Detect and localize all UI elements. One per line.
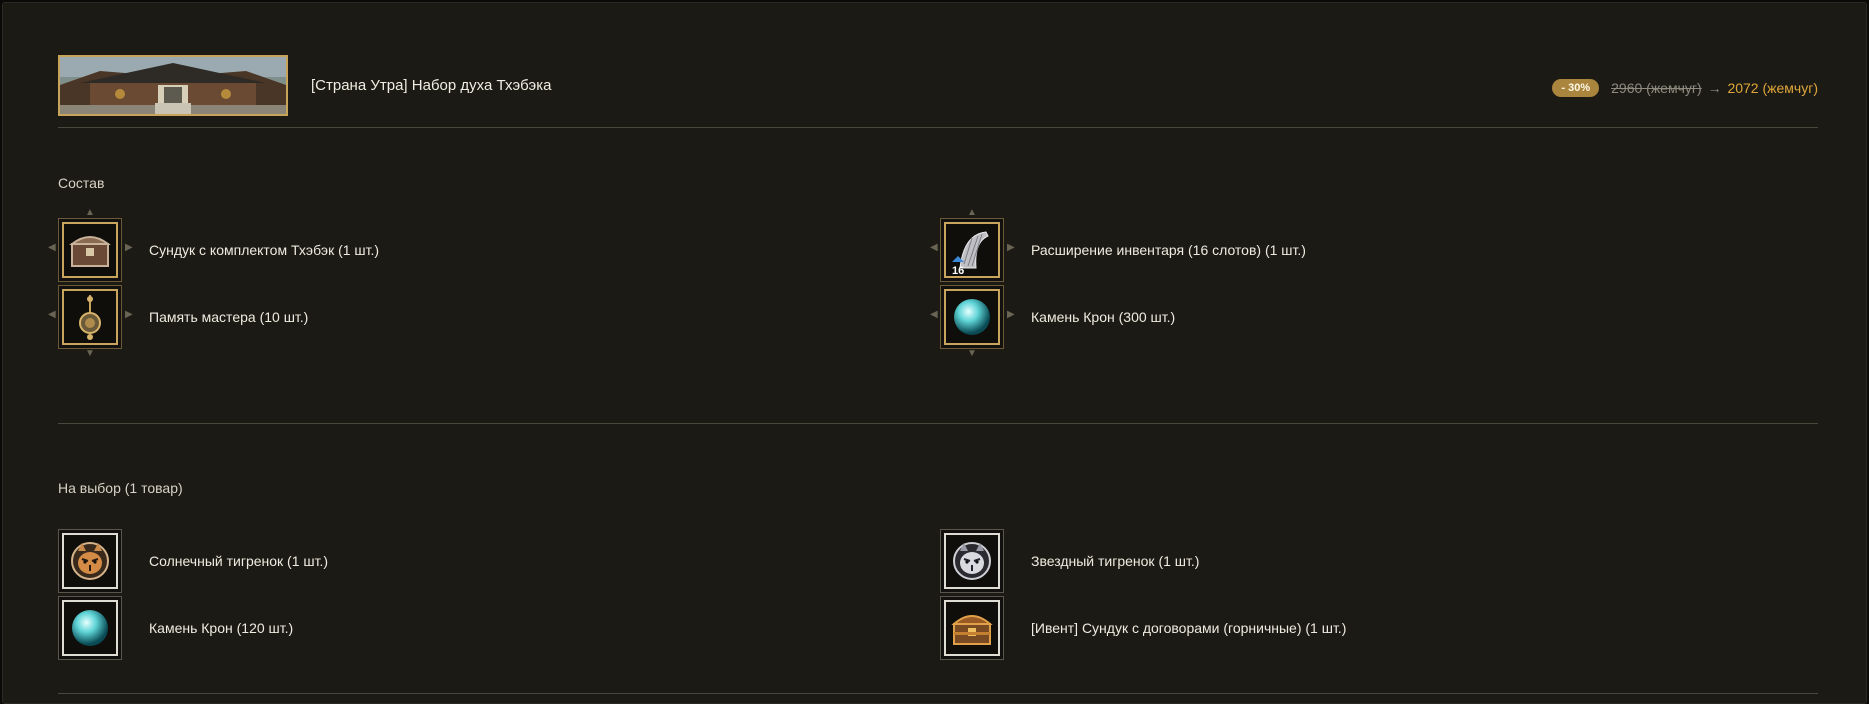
price-block: - 30% 2960 (жемчуг) → 2072 (жемчуг) [1552,79,1818,97]
price-change: 2960 (жемчуг) → 2072 (жемчуг) [1611,80,1818,96]
composition-item[interactable]: ◀ ▶ ▼ Камень Крон (300 шт.) [930,285,1640,359]
inventory-badge: 16 [952,265,964,276]
chevron-down-icon: ▼ [85,348,95,359]
chevron-down-icon: ▼ [967,348,977,359]
chevron-left-icon: ◀ [930,309,938,320]
chest-icon [69,236,111,267]
chevron-up-icon: ▲ [85,207,95,218]
chevron-left-icon: ◀ [930,242,938,253]
item-label: Сундук с комплектом Тхэбэк (1 шт.) [149,242,380,258]
composition-item[interactable]: ▲ ◀ ▶ Сундук с комплектом Тхэбэк (1 шт.) [48,207,758,282]
treasure-chest-icon [951,615,993,645]
item-icon-frame [940,596,1004,660]
choice-heading: На выбор (1 товар) [58,480,183,496]
item-icon-frame [58,529,122,593]
cron-stone-icon [954,299,990,335]
item-label: Камень Крон (120 шт.) [149,620,294,636]
item-label: [Ивент] Сундук с договорами (горничные) … [1031,620,1347,636]
inventory-expansion-icon: 16 [952,231,989,276]
cron-stone-icon [72,610,108,646]
composition-heading: Состав [58,175,105,191]
sun-tiger-icon [71,542,109,580]
item-icon-frame: ◀ ▶ ▼ [930,285,1015,359]
chevron-right-icon: ▶ [1007,309,1015,320]
product-header: [Страна Утра] Набор духа Тхэбэка - 30% 2… [58,55,1818,123]
product-thumbnail [58,55,288,116]
item-label: Солнечный тигренок (1 шт.) [149,553,329,569]
item-icon-frame [58,596,122,660]
divider [58,693,1818,694]
chevron-left-icon: ◀ [48,242,56,253]
chevron-left-icon: ◀ [48,309,56,320]
price-arrow: → [1707,80,1722,96]
product-panel: [Страна Утра] Набор духа Тхэбэка - 30% 2… [2,2,1867,704]
chevron-right-icon: ▶ [125,309,133,320]
chevron-right-icon: ▶ [125,242,133,253]
item-icon-frame: ▲ ◀ ▶ [48,207,133,282]
item-label: Камень Крон (300 шт.) [1031,309,1176,325]
divider [58,423,1818,424]
divider [58,127,1818,128]
item-label: Звездный тигренок (1 шт.) [1031,553,1200,569]
composition-item[interactable]: ◀ ▶ ▼ Память мастера (10 шт.) [48,285,758,359]
chevron-up-icon: ▲ [967,207,977,218]
composition-item[interactable]: ▲ ◀ ▶ 16 Расширение инвентаря (16 слотов… [930,207,1640,282]
choice-item[interactable]: Камень Крон (120 шт.) [58,596,758,660]
new-price: 2072 (жемчуг) [1727,80,1818,96]
old-price: 2960 (жемчуг) [1611,80,1702,96]
amulet-icon [79,295,101,340]
item-icon-frame [940,529,1004,593]
product-title: [Страна Утра] Набор духа Тхэбэка [311,77,552,94]
item-label: Память мастера (10 шт.) [149,309,309,325]
choice-item[interactable]: [Ивент] Сундук с договорами (горничные) … [940,596,1640,660]
discount-badge: - 30% [1552,79,1600,97]
chevron-right-icon: ▶ [1007,242,1015,253]
choice-item[interactable]: Солнечный тигренок (1 шт.) [58,529,758,593]
item-icon-frame: ◀ ▶ ▼ [48,285,133,359]
star-tiger-icon [953,542,991,580]
choice-item[interactable]: Звездный тигренок (1 шт.) [940,529,1640,593]
item-label: Расширение инвентаря (16 слотов) (1 шт.) [1031,242,1306,258]
item-icon-frame: ▲ ◀ ▶ 16 [930,207,1015,282]
